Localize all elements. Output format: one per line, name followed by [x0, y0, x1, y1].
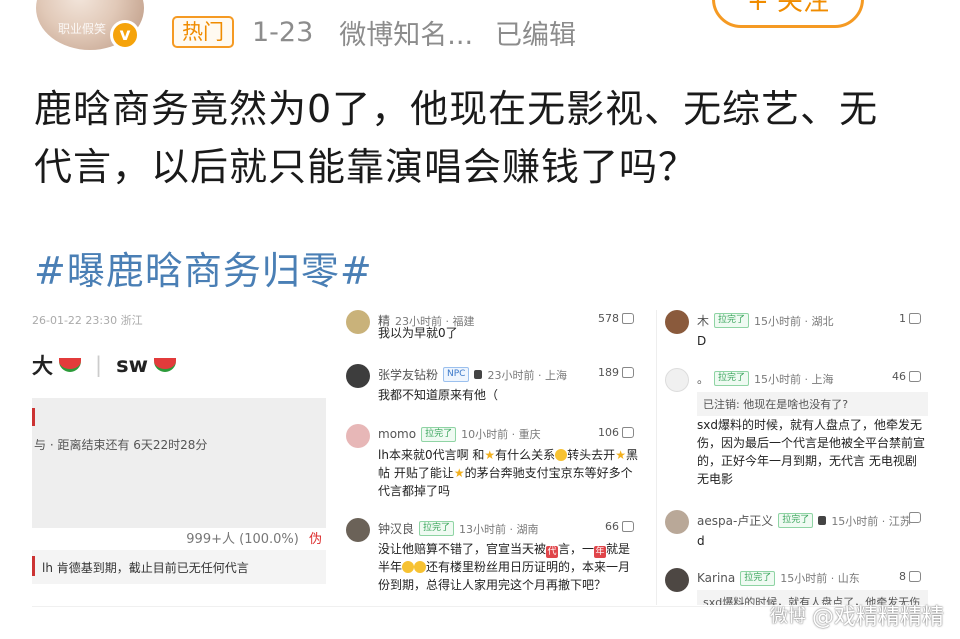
screenshot-panel-vote: 26-01-22 23:30 浙江 大 | sw 与 · 距离结束还有 6天22…: [32, 310, 328, 605]
comment-time: 13小时前 · 湖南: [459, 522, 539, 536]
comment-body: sxd爆料的时候，就有人盘点了，他牵发无伤，因为最后一个代言是他被全平台禁前宣的…: [697, 418, 926, 486]
comment-body: lh本来就0代言啊 和★有什么关系 转头去开★黑帖 开贴了能让★的茅台奔驰支付宝京…: [378, 448, 638, 498]
thumb-up-icon: [909, 313, 921, 324]
user-avatar: [346, 364, 370, 388]
comment-username: 钟汉良: [378, 522, 415, 536]
user-tag: 拉完了: [714, 313, 750, 328]
star-emoji-icon: ★: [453, 466, 465, 480]
comment-username: Karina: [697, 571, 736, 585]
comment-time: 10小时前 · 重庆: [461, 428, 541, 441]
comment-body: d: [697, 534, 705, 548]
follow-button[interactable]: + 关注: [712, 0, 864, 28]
user-tag: 拉完了: [740, 570, 776, 586]
weibo-logo-icon: 微博: [769, 606, 806, 627]
thumb-up-icon: [622, 427, 634, 438]
name-right: sw: [116, 353, 148, 377]
post-text: 鹿晗商务竟然为0了，他现在无影视、无综艺、无代言，以后就只能靠演唱会赚钱了吗？: [34, 87, 879, 189]
vote-clip: 伪: [308, 532, 322, 547]
like-count[interactable]: 8: [899, 570, 921, 583]
name-left: 大: [32, 354, 53, 378]
comment-body: D: [697, 334, 707, 348]
comment-username: 木: [697, 314, 710, 328]
emoji-icon: [414, 561, 427, 573]
comment-time: 15小时前 · 山东: [780, 572, 860, 585]
comment-body: 我以为早就0了: [378, 326, 458, 340]
verified-icon: v: [110, 20, 140, 50]
separator: |: [95, 353, 103, 377]
post-date: 1-23: [252, 16, 314, 48]
post-source[interactable]: 微博知名...: [339, 13, 473, 52]
vote-names: 大 | sw: [32, 350, 176, 380]
like-count[interactable]: 106: [598, 426, 634, 439]
comment-time: 15小时前 · 上海: [754, 372, 834, 386]
hot-badge[interactable]: 热门: [172, 16, 234, 48]
like-count[interactable]: [909, 512, 921, 523]
like-count[interactable]: 46: [892, 370, 921, 383]
badge-icon: [474, 370, 483, 379]
countdown-text: 与 · 距离结束还有 6天22时28分: [34, 438, 208, 452]
panel-timestamp: 26-01-22 23:30 浙江: [32, 314, 143, 327]
thumb-up-icon: [622, 367, 634, 378]
user-avatar: [665, 568, 689, 592]
star-emoji-icon: ★: [615, 448, 626, 462]
user-tag: 拉完了: [714, 371, 750, 386]
comment-time: 15小时前 · 湖北: [754, 314, 834, 328]
screenshot-panel-comments-a: 精 23小时前 · 福建 578 我以为早就0了 张学友钻粉 NPC 23小时前…: [338, 310, 648, 605]
user-avatar: [665, 368, 689, 392]
comment-username: momo: [378, 427, 417, 441]
avatar-caption: 职业假笑: [58, 22, 107, 36]
vote-result: 999+人 (100.0%) 伪: [186, 528, 322, 547]
comment-username: aespa-卢正义: [697, 514, 774, 528]
comment-username: 张学友钻粉: [378, 368, 439, 382]
screenshot-panel-comments-b: 木 拉完了 15小时前 · 湖北 1 D 。 拉完了 15小时前 · 上海 46…: [656, 310, 928, 605]
like-count[interactable]: 1: [899, 312, 921, 325]
weibo-watermark: 微博 @戏精精精精: [770, 599, 944, 631]
thumb-up-icon: [909, 512, 921, 523]
badge-icon: [818, 516, 827, 525]
comment-username: 。: [697, 372, 710, 386]
comment-body: 我都不知道原来有他（: [378, 388, 499, 402]
user-tag: NPC: [443, 367, 470, 382]
hashtag-link[interactable]: #曝鹿晗商务归零#: [34, 240, 373, 295]
thumb-up-icon: [622, 313, 634, 324]
thumb-up-icon: [622, 521, 634, 532]
quoted-comment: 已注销: 他现在是啥也没有了?: [697, 392, 928, 416]
edited-label: 已编辑: [495, 19, 577, 51]
thumb-up-icon: [909, 571, 921, 582]
watermelon-icon: [153, 358, 176, 372]
user-tag: 拉完了: [778, 513, 814, 528]
user-tag: 拉完了: [421, 426, 457, 442]
vote-card: 与 · 距离结束还有 6天22时28分: [32, 398, 326, 528]
comment-body: 没让他赔算不错了，官宣当天被代 言，一年 就是半年 还有楼里粉丝用日历证明的，本来一月…: [378, 542, 631, 592]
expire-note: lh 肯德基到期，截止目前已无任何代言: [32, 550, 326, 584]
accent-bar: [32, 408, 35, 426]
watermark-handle: @戏精精精精: [811, 605, 944, 630]
user-avatar: [346, 310, 370, 334]
user-tag: 拉完了: [419, 521, 455, 536]
post-meta: 热门 1-23 微博知名... 已编辑: [172, 13, 577, 52]
like-count[interactable]: 189: [598, 366, 634, 379]
watermelon-icon: [59, 358, 81, 372]
user-avatar: [665, 510, 689, 534]
comment-time: 15小时前 · 江苏: [831, 514, 911, 528]
emoji-icon: [402, 561, 415, 573]
thumb-up-icon: [909, 371, 921, 382]
vote-count: 999+人 (100.0%): [186, 532, 299, 547]
user-avatar: [346, 518, 370, 542]
user-avatar: [665, 310, 689, 334]
user-avatar: [346, 424, 370, 448]
post-image-collage[interactable]: 26-01-22 23:30 浙江 大 | sw 与 · 距离结束还有 6天22…: [32, 310, 928, 605]
comment-time: 23小时前 · 上海: [487, 368, 567, 382]
laugh-emoji-icon: [555, 449, 568, 461]
star-emoji-icon: ★: [484, 448, 496, 462]
like-count[interactable]: 66: [605, 520, 634, 533]
